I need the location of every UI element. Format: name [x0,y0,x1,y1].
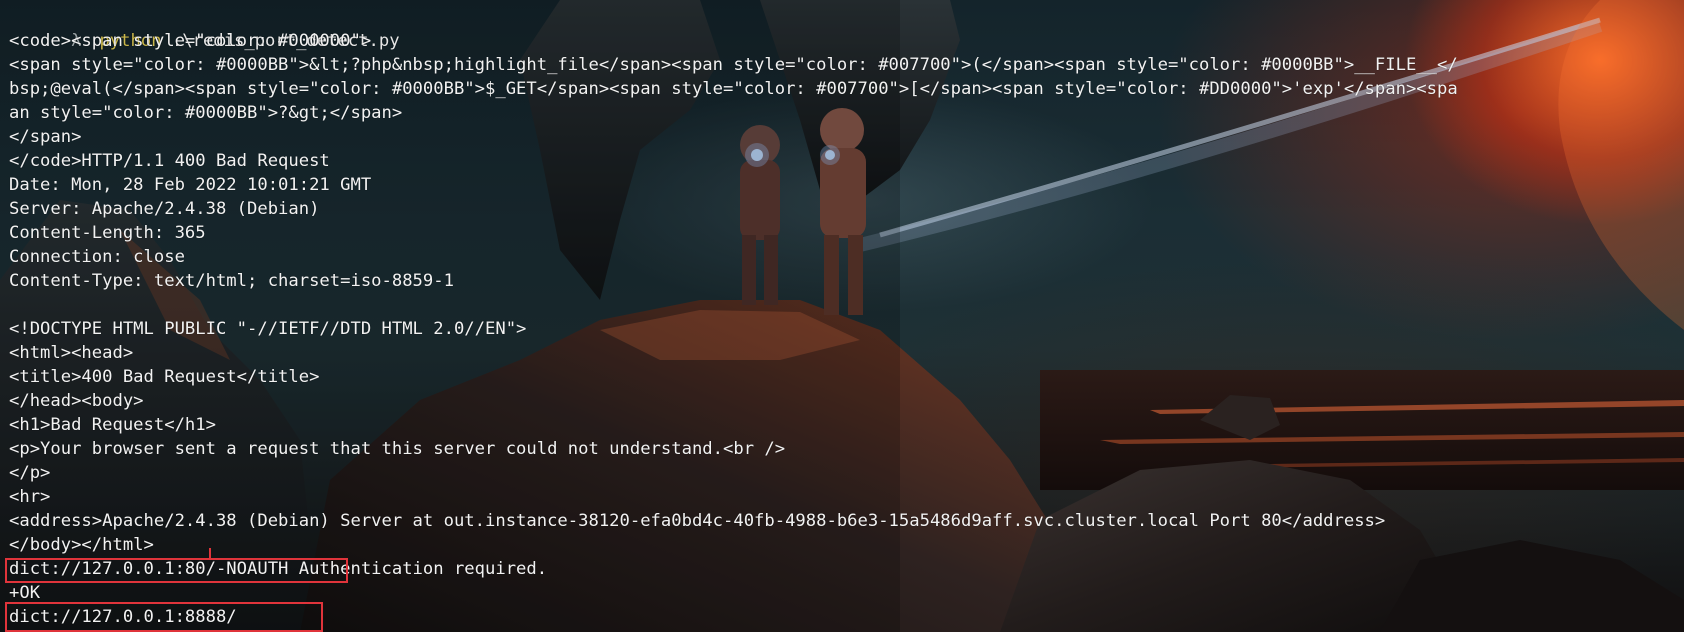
output-line: </body></html> [9,535,154,555]
output-line: <span style="color: #0000BB">&lt;?php&nb… [9,55,1458,75]
output-line: <html><head> [9,343,134,363]
terminal-window[interactable]: λ python .\redis_port_detect.py <code><sp… [0,0,1684,632]
output-line: </span> [9,127,82,147]
http-status-line: </code>HTTP/1.1 400 Bad Request [9,151,330,171]
http-header-connection: Connection: close [9,247,185,267]
http-header-content-type: Content-Type: text/html; charset=iso-885… [9,271,454,291]
http-header-date: Date: Mon, 28 Feb 2022 10:01:21 GMT [9,175,372,195]
terminal-output[interactable]: λ python .\redis_port_detect.py <code><sp… [9,5,1458,629]
output-line: </head><body> [9,391,144,411]
http-header-content-length: Content-Length: 365 [9,223,206,243]
output-line: <p>Your browser sent a request that this… [9,439,786,459]
output-line: <h1>Bad Request</h1> [9,415,216,435]
annotation-tick [209,548,211,560]
output-line: <hr> [9,487,51,507]
output-line: <code><span style="color: #000000"> [9,31,372,51]
annotation-box-port-8888 [5,602,323,632]
output-line: <address>Apache/2.4.38 (Debian) Server a… [9,511,1386,531]
output-line: an style="color: #0000BB">?&gt;</span> [9,103,403,123]
http-header-server: Server: Apache/2.4.38 (Debian) [9,199,320,219]
output-line: bsp;@eval(</span><span style="color: #00… [9,79,1458,99]
output-line: <title>400 Bad Request</title> [9,367,320,387]
command-prompt-line: λ python .\redis_port_detect.py [9,5,1458,51]
output-line: </p> [9,463,51,483]
annotation-box-port-80 [5,558,348,583]
output-line: <!DOCTYPE HTML PUBLIC "-//IETF//DTD HTML… [9,319,527,339]
